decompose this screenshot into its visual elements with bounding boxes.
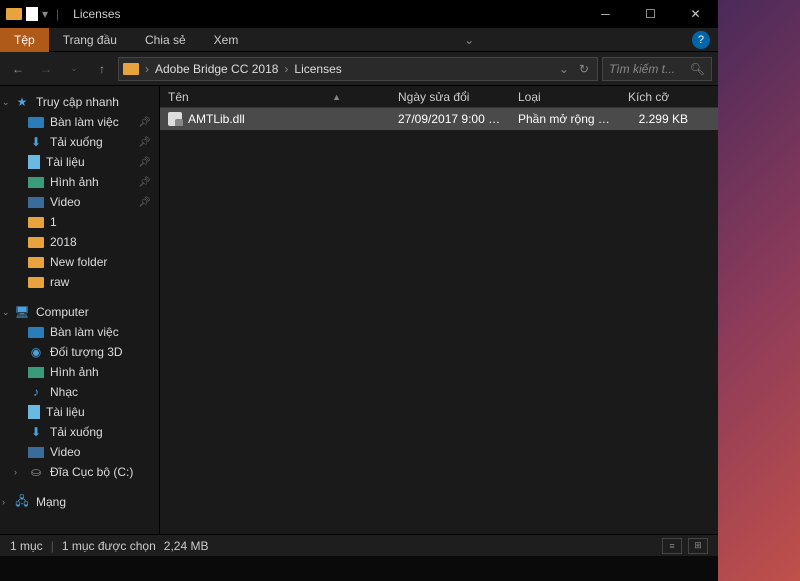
sidebar-item-3d[interactable]: ◉Đối tượng 3D (0, 342, 159, 362)
folder-icon (6, 8, 22, 20)
minimize-button[interactable]: ─ (583, 0, 628, 28)
tab-home[interactable]: Trang đầu (49, 28, 131, 52)
ribbon-chevron-icon[interactable]: ⌄ (464, 33, 480, 47)
sidebar-item-documents[interactable]: Tài liệu (0, 402, 159, 422)
video-icon (28, 197, 44, 208)
page-icon (26, 7, 38, 21)
video-icon (28, 447, 44, 458)
folder-icon (28, 217, 44, 228)
pictures-icon (28, 177, 44, 188)
taskbar[interactable] (0, 556, 718, 581)
pin-icon: 📌︎ (138, 177, 151, 188)
up-button[interactable]: ↑ (90, 57, 114, 81)
sidebar-item-network[interactable]: ›🖧︎Mạng (0, 492, 159, 512)
column-headers: Tên▲ Ngày sửa đổi Loại Kích cỡ (160, 86, 718, 108)
view-thumbnails-button[interactable]: ⊞ (688, 538, 708, 554)
cube-icon: ◉ (28, 345, 44, 359)
star-icon: ★ (14, 95, 30, 109)
view-details-button[interactable]: ≡ (662, 538, 682, 554)
tab-share[interactable]: Chia sẻ (131, 28, 200, 52)
titlebar[interactable]: ▾ | Licenses ─ ☐ ✕ (0, 0, 718, 28)
sidebar-item-desktop[interactable]: Bàn làm việc📌︎ (0, 112, 159, 132)
maximize-button[interactable]: ☐ (628, 0, 673, 28)
sidebar: ⌄★Truy cập nhanh Bàn làm việc📌︎ ⬇Tải xuố… (0, 86, 160, 534)
help-button[interactable]: ? (692, 31, 710, 49)
status-selected: 1 mục được chọn (62, 539, 156, 553)
sidebar-item-computer[interactable]: ⌄🖥︎Computer (0, 302, 159, 322)
status-size: 2,24 MB (164, 539, 209, 553)
status-item-count: 1 mục (10, 539, 43, 553)
dropdown-icon[interactable]: ▾ (42, 7, 48, 21)
file-row[interactable]: AMTLib.dll 27/09/2017 9:00 CH Phần mở rộ… (160, 108, 718, 130)
history-dropdown[interactable]: ⌄ (62, 57, 86, 81)
tab-view[interactable]: Xem (200, 28, 253, 52)
navbar: ← → ⌄ ↑ › Adobe Bridge CC 2018 › License… (0, 52, 718, 86)
music-icon: ♪ (28, 385, 44, 399)
document-icon (28, 405, 40, 419)
statusbar: 1 mục | 1 mục được chọn 2,24 MB ≡ ⊞ (0, 534, 718, 556)
tab-file[interactable]: Tệp (0, 28, 49, 52)
window-title: Licenses (73, 7, 120, 21)
refresh-icon[interactable]: ↻ (579, 62, 589, 76)
breadcrumb[interactable]: Licenses (294, 62, 341, 76)
sidebar-item-pictures[interactable]: Hình ảnh (0, 362, 159, 382)
computer-icon: 🖥︎ (14, 305, 30, 319)
pin-icon: 📌︎ (138, 117, 151, 128)
file-list: Tên▲ Ngày sửa đổi Loại Kích cỡ AMTLib.dl… (160, 86, 718, 534)
pin-icon: 📌︎ (138, 157, 151, 168)
sidebar-item-folder[interactable]: raw (0, 272, 159, 292)
ribbon-tabs: Tệp Trang đầu Chia sẻ Xem ⌄ ? (0, 28, 718, 52)
folder-icon (28, 237, 44, 248)
disk-icon: ⛀ (28, 465, 44, 479)
chevron-right-icon[interactable]: › (145, 62, 149, 76)
explorer-window: ▾ | Licenses ─ ☐ ✕ Tệp Trang đầu Chia sẻ… (0, 0, 718, 556)
column-type[interactable]: Loại (510, 90, 620, 104)
sidebar-item-video[interactable]: Video (0, 442, 159, 462)
column-name[interactable]: Tên▲ (160, 90, 390, 104)
pin-icon: 📌︎ (138, 197, 151, 208)
search-icon: 🔍︎ (690, 62, 705, 76)
breadcrumb[interactable]: Adobe Bridge CC 2018 (155, 62, 278, 76)
sidebar-item-localdisk[interactable]: ›⛀Đĩa Cục bộ (C:) (0, 462, 159, 482)
desktop-icon (28, 327, 44, 338)
column-size[interactable]: Kích cỡ (620, 90, 718, 104)
sidebar-item-music[interactable]: ♪Nhạc (0, 382, 159, 402)
pin-icon: 📌︎ (138, 137, 151, 148)
sidebar-item-folder[interactable]: New folder (0, 252, 159, 272)
download-icon: ⬇ (28, 135, 44, 149)
folder-icon (123, 63, 139, 75)
forward-button[interactable]: → (34, 57, 58, 81)
sidebar-item-quickaccess[interactable]: ⌄★Truy cập nhanh (0, 92, 159, 112)
folder-icon (28, 277, 44, 288)
sidebar-item-video[interactable]: Video📌︎ (0, 192, 159, 212)
sort-asc-icon: ▲ (332, 92, 341, 102)
pictures-icon (28, 367, 44, 378)
download-icon: ⬇ (28, 425, 44, 439)
close-button[interactable]: ✕ (673, 0, 718, 28)
sidebar-item-downloads[interactable]: ⬇Tải xuống📌︎ (0, 132, 159, 152)
column-date[interactable]: Ngày sửa đổi (390, 90, 510, 104)
sidebar-item-desktop[interactable]: Bàn làm việc (0, 322, 159, 342)
address-dropdown-icon[interactable]: ⌄ (559, 62, 569, 76)
sidebar-item-folder[interactable]: 1 (0, 212, 159, 232)
chevron-right-icon[interactable]: › (284, 62, 288, 76)
sidebar-item-folder[interactable]: 2018 (0, 232, 159, 252)
sidebar-item-pictures[interactable]: Hình ảnh📌︎ (0, 172, 159, 192)
sidebar-item-documents[interactable]: Tài liệu📌︎ (0, 152, 159, 172)
search-input[interactable]: Tìm kiếm t... 🔍︎ (602, 57, 712, 81)
folder-icon (28, 257, 44, 268)
dll-file-icon (168, 112, 182, 126)
address-bar[interactable]: › Adobe Bridge CC 2018 › Licenses ⌄ ↻ (118, 57, 598, 81)
sidebar-item-downloads[interactable]: ⬇Tải xuống (0, 422, 159, 442)
desktop-icon (28, 117, 44, 128)
desktop-wallpaper (718, 0, 800, 581)
document-icon (28, 155, 40, 169)
back-button[interactable]: ← (6, 57, 30, 81)
network-icon: 🖧︎ (14, 495, 30, 509)
